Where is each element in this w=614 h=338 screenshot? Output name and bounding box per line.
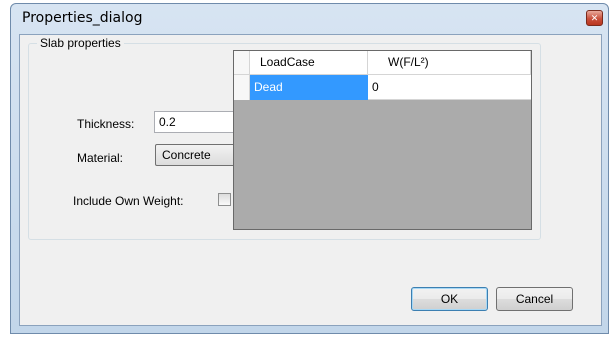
loadcase-grid: LoadCase W(F/L²) Dead 0 (233, 50, 532, 230)
close-button[interactable]: ✕ (586, 10, 603, 26)
own-weight-label: Include Own Weight: (73, 194, 184, 208)
grid-corner[interactable] (234, 51, 250, 74)
close-icon: ✕ (590, 12, 599, 23)
material-dropdown-value: Concrete (162, 148, 211, 162)
column-header-loadcase[interactable]: LoadCase (250, 51, 368, 74)
thickness-label: Thickness: (77, 117, 135, 131)
ok-button[interactable]: OK (411, 287, 488, 311)
table-row[interactable]: Dead 0 (234, 75, 531, 100)
column-header-load[interactable]: W(F/L²) (368, 51, 531, 74)
group-legend: Slab properties (37, 36, 124, 50)
cell-load-value[interactable]: 0 (368, 75, 531, 100)
cancel-button[interactable]: Cancel (496, 287, 573, 311)
material-label: Material: (77, 151, 124, 165)
own-weight-checkbox[interactable] (218, 193, 231, 206)
grid-header: LoadCase W(F/L²) (234, 51, 531, 75)
row-header[interactable] (234, 75, 250, 100)
window-title: Properties_dialog (22, 10, 143, 26)
cell-loadcase[interactable]: Dead (250, 75, 368, 100)
